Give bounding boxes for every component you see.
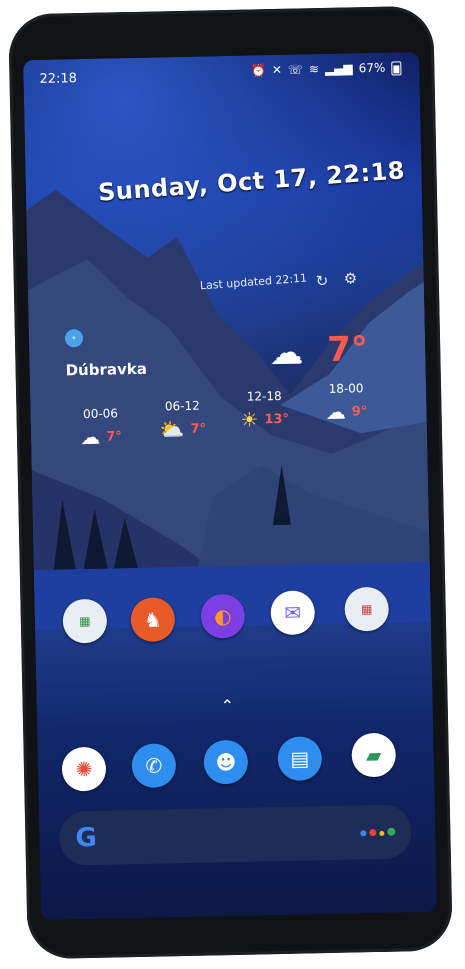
folder-app-2-icon[interactable]: ▦ xyxy=(344,586,390,632)
signal-icon: ▂▄▆ xyxy=(324,61,353,76)
battery-icon xyxy=(391,61,402,76)
status-bar: 22:18 ⏰ ✕ ☏ ≋ ▂▄▆ 67% xyxy=(23,52,420,90)
call-icon: ☏ xyxy=(287,62,304,77)
forecast-item: 18-00 ☁ 9° xyxy=(306,381,387,425)
dock: ✺ ✆ ☻ ▤ ▰ xyxy=(37,730,434,798)
phone-frame: 22:18 ⏰ ✕ ☏ ≋ ▂▄▆ 67% Sunday, Oct 17, 22… xyxy=(8,5,453,960)
refresh-icon[interactable]: ↻ xyxy=(316,272,329,290)
current-temperature: 7° xyxy=(326,329,369,370)
gear-icon[interactable]: ⚙ xyxy=(344,269,358,287)
cloud-icon: ☁ xyxy=(79,424,101,450)
sun-cloud-icon: ⛅ xyxy=(159,416,185,442)
forecast-item: 12-18 ☀ 13° xyxy=(224,388,305,432)
phone-app-icon[interactable]: ✆ xyxy=(131,743,177,789)
forecast-time: 06-12 xyxy=(164,398,200,414)
forecast-row: 00-06 ☁ 7° 06-12 ⛅ 7° 12-18 ☀ 13° 18-00 … xyxy=(60,381,402,481)
forecast-temp: 7° xyxy=(106,428,122,445)
forecast-time: 00-06 xyxy=(82,406,119,422)
moon-cloud-icon: ☁ xyxy=(325,399,347,424)
location-badge-icon: ⌖ xyxy=(64,329,84,348)
forecast-temp: 7° xyxy=(190,421,207,437)
google-search-bar[interactable]: G xyxy=(58,804,412,866)
last-updated-label: Last updated 22:11 xyxy=(199,271,308,293)
weather-location: Dúbravka xyxy=(65,359,148,380)
game-app-icon[interactable]: ♞ xyxy=(130,597,176,643)
files-app-icon[interactable]: ▰ xyxy=(351,732,397,778)
forecast-temp: 13° xyxy=(264,411,290,427)
alarm-icon: ⏰ xyxy=(250,63,267,78)
forecast-time: 12-18 xyxy=(246,388,282,404)
mute-icon: ✕ xyxy=(271,62,283,78)
forecast-time: 18-00 xyxy=(328,381,364,396)
status-time: 22:18 xyxy=(39,71,78,87)
forecast-item: 00-06 ☁ 7° xyxy=(60,406,141,450)
contacts-app-icon[interactable]: ☻ xyxy=(203,739,249,785)
messenger-app-icon[interactable]: ✉ xyxy=(270,590,316,636)
sun-icon: ☀ xyxy=(240,407,259,432)
messages-app-icon[interactable]: ▤ xyxy=(277,736,323,782)
folder-app-icon[interactable]: ▦ xyxy=(62,598,108,644)
home-screen: 22:18 ⏰ ✕ ☏ ≋ ▂▄▆ 67% Sunday, Oct 17, 22… xyxy=(23,51,438,921)
home-app-row: ▦ ♞ ◐ ✉ ▦ xyxy=(34,582,431,650)
forecast-temp: 9° xyxy=(351,403,368,419)
moon-cloud-icon: ☁ xyxy=(268,332,304,374)
wifi-icon: ≋ xyxy=(308,62,320,77)
weather-widget[interactable]: Last updated 22:11 ↻ ⚙ ⌖ Dúbravka ☁ 7° 0… xyxy=(28,262,427,449)
photos-app-icon[interactable]: ✺ xyxy=(61,746,107,792)
app-drawer-chevron-up-icon[interactable]: ⌃ xyxy=(220,696,234,715)
assistant-mic-icon[interactable] xyxy=(360,827,396,837)
battery-percent: 67% xyxy=(358,60,386,76)
status-icons: ⏰ ✕ ☏ ≋ ▂▄▆ 67% xyxy=(251,60,402,77)
firefox-app-icon[interactable]: ◐ xyxy=(200,593,246,639)
forecast-item: 06-12 ⛅ 7° xyxy=(142,398,223,442)
google-logo-icon: G xyxy=(75,822,98,854)
